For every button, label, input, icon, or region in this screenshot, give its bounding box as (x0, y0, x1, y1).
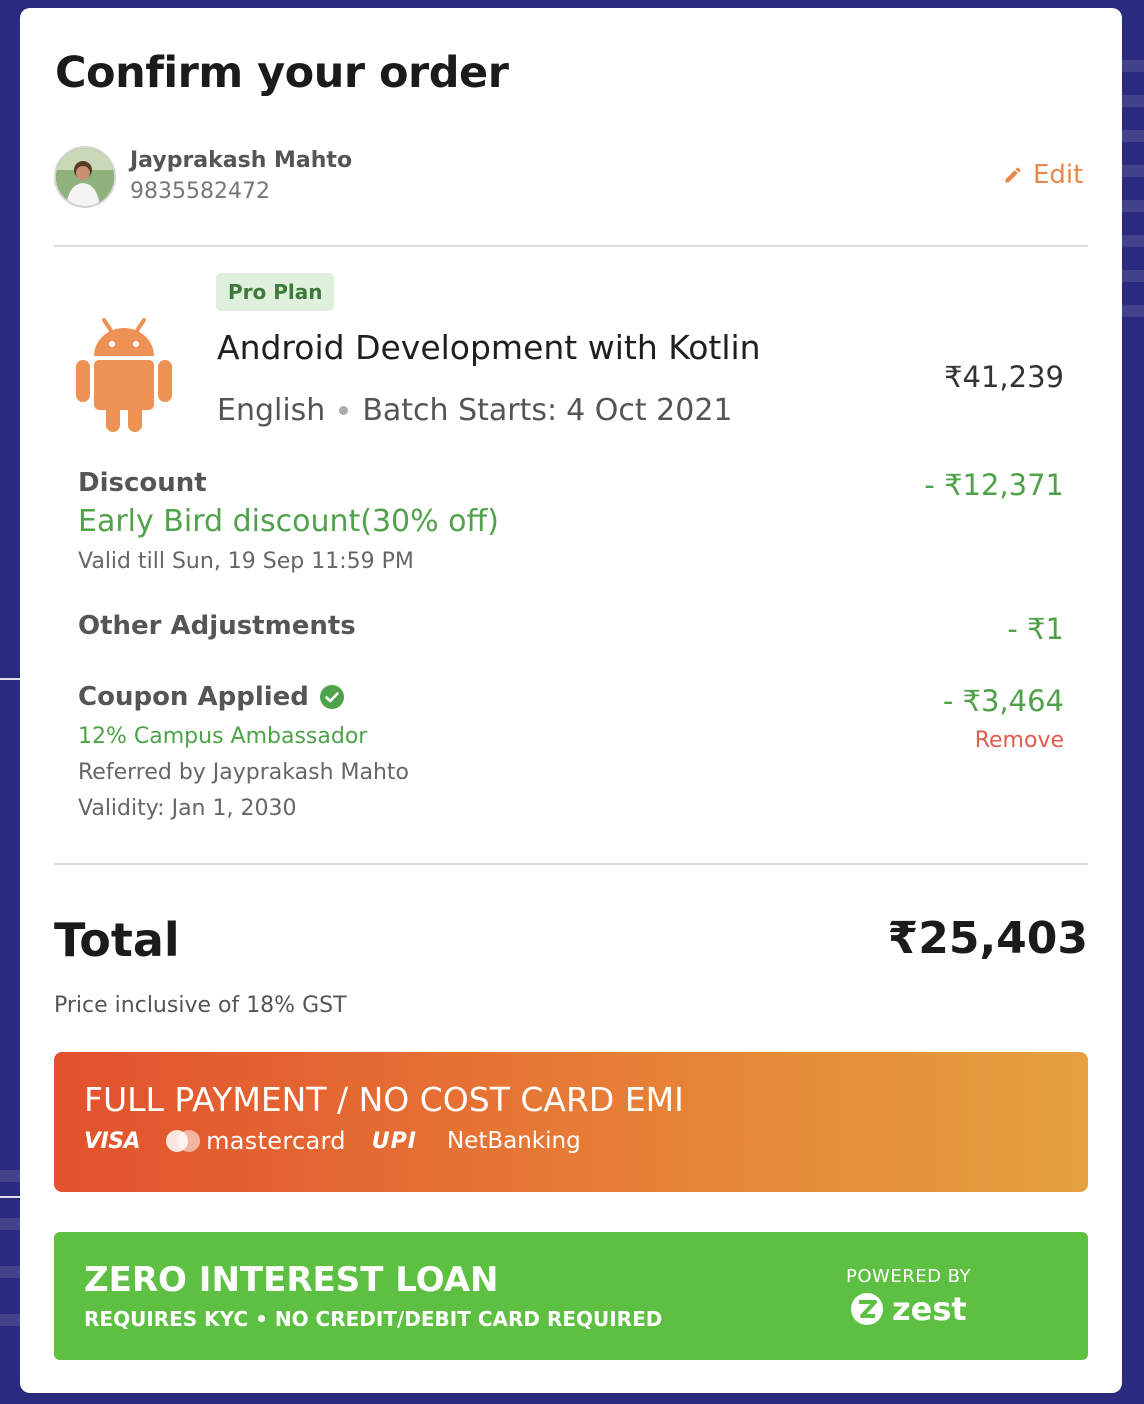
zest-icon (851, 1293, 883, 1325)
background-stripe (0, 1266, 20, 1278)
full-payment-button[interactable]: FULL PAYMENT / NO COST CARD EMI VISA mas… (54, 1052, 1088, 1192)
coupon-label: Coupon Applied (78, 682, 309, 712)
avatar (54, 146, 116, 208)
course-meta: English Batch Starts: 4 Oct 2021 (217, 393, 733, 428)
loan-title: ZERO INTEREST LOAN (84, 1260, 499, 1300)
upi-logo: UPI (371, 1128, 417, 1154)
background-stripe (1122, 235, 1144, 247)
loan-subtitle: REQUIRES KYC • NO CREDIT/DEBIT CARD REQU… (84, 1307, 663, 1331)
visa-logo: VISA (84, 1128, 141, 1154)
zest-text: zest (892, 1290, 967, 1328)
zest-logo: zest (850, 1290, 967, 1328)
background-stripe (1122, 95, 1144, 107)
mastercard-logo: mastercard (166, 1127, 346, 1155)
adjustments-label: Other Adjustments (78, 611, 356, 641)
check-circle-icon (319, 685, 344, 709)
course-language: English (217, 393, 326, 428)
order-card: Confirm your order Jayprakash Mahto 9835… (20, 8, 1122, 1393)
mastercard-circle-icon (178, 1130, 201, 1152)
android-icon (76, 318, 172, 438)
total-label: Total (54, 913, 180, 967)
page-title: Confirm your order (55, 48, 509, 98)
batch-date: 4 Oct 2021 (566, 393, 733, 428)
user-name: Jayprakash Mahto (130, 148, 353, 173)
background-stripe (1122, 60, 1144, 72)
background-line (0, 1196, 20, 1198)
discount-name: Early Bird discount(30% off) (78, 504, 499, 539)
user-phone: 9835582472 (130, 179, 270, 204)
background-stripe (0, 1314, 20, 1326)
gst-note: Price inclusive of 18% GST (54, 993, 347, 1018)
coupon-validity: Validity: Jan 1, 2030 (78, 796, 297, 821)
edit-label: Edit (1033, 160, 1084, 190)
total-value: ₹25,403 (887, 913, 1088, 964)
coupon-amount: - ₹3,464 (942, 684, 1064, 718)
mastercard-text: mastercard (206, 1127, 346, 1155)
powered-by-label: POWERED BY (846, 1266, 972, 1287)
background-stripe (1122, 130, 1144, 142)
course-price: ₹41,239 (944, 360, 1064, 394)
background-stripe (0, 1218, 20, 1230)
background-stripe (0, 1170, 20, 1182)
discount-validity: Valid till Sun, 19 Sep 11:59 PM (78, 549, 414, 574)
coupon-code: 12% Campus Ambassador (78, 724, 368, 749)
plan-badge: Pro Plan (216, 273, 335, 311)
background-line (0, 678, 20, 680)
background-stripe (1122, 165, 1144, 177)
netbanking-label: NetBanking (446, 1128, 581, 1154)
discount-label: Discount (78, 468, 207, 498)
course-title: Android Development with Kotlin (217, 328, 761, 367)
coupon-header: Coupon Applied (78, 682, 345, 712)
pencil-icon (1005, 167, 1021, 183)
background-stripe (1122, 270, 1144, 282)
remove-coupon-link[interactable]: Remove (975, 728, 1064, 753)
separator-dot (339, 406, 349, 415)
zero-interest-loan-button[interactable]: ZERO INTEREST LOAN REQUIRES KYC • NO CRE… (54, 1232, 1088, 1360)
payment-methods: VISA mastercard UPI NetBanking (84, 1127, 581, 1155)
coupon-referred-by: Referred by Jayprakash Mahto (78, 760, 410, 785)
divider (54, 863, 1088, 865)
discount-amount: - ₹12,371 (924, 468, 1064, 502)
divider (54, 245, 1088, 247)
background-stripe (1122, 305, 1144, 317)
full-payment-title: FULL PAYMENT / NO COST CARD EMI (84, 1080, 684, 1119)
background-stripe (1122, 200, 1144, 212)
adjustments-amount: - ₹1 (1007, 612, 1064, 646)
batch-label: Batch Starts: (362, 393, 558, 428)
edit-button[interactable]: Edit (1003, 160, 1083, 190)
